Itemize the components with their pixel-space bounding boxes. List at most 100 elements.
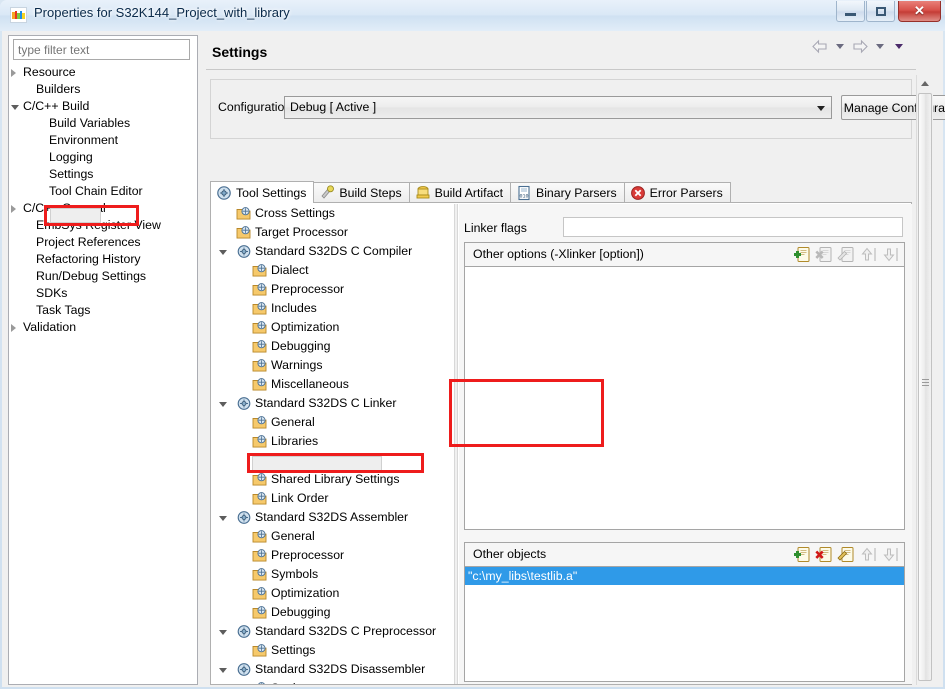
other-objects-edit-icon[interactable] <box>837 546 856 564</box>
tool-icon <box>236 510 252 525</box>
tool-tree-item-includes[interactable]: Includes <box>212 299 452 318</box>
other-objects-delete-icon[interactable] <box>815 546 834 564</box>
chevron-right-icon[interactable] <box>11 324 16 332</box>
other-options-add-icon[interactable] <box>793 246 812 264</box>
tool-tree-item-standard-s32ds-c-compiler[interactable]: Standard S32DS C Compiler <box>212 242 452 261</box>
sidebar-item-sdks[interactable]: SDKs <box>9 285 197 302</box>
chevron-down-icon[interactable] <box>219 402 227 407</box>
tab-label: Error Parsers <box>649 186 723 200</box>
forward-arrow-icon[interactable] <box>851 39 869 54</box>
tool-tree-item-debugging[interactable]: Debugging <box>212 603 452 622</box>
tool-tree-item-miscellaneous[interactable]: Miscellaneous <box>212 375 452 394</box>
tool-tree-item-debugging[interactable]: Debugging <box>212 337 452 356</box>
tool-tree-item-warnings[interactable]: Warnings <box>212 356 452 375</box>
tree-sash-divider[interactable] <box>454 204 458 684</box>
tool-tree-item-optimization[interactable]: Optimization <box>212 318 452 337</box>
tool-tree-item-standard-s32ds-assembler[interactable]: Standard S32DS Assembler <box>212 508 452 527</box>
chevron-down-icon[interactable] <box>219 668 227 673</box>
tool-tree-item-optimization[interactable]: Optimization <box>212 584 452 603</box>
sidebar-item-embsys-register-view[interactable]: EmbSys Register View <box>9 217 197 234</box>
sidebar-item-builders[interactable]: Builders <box>9 81 197 98</box>
tool-tree-item-dialect[interactable]: Dialect <box>212 261 452 280</box>
tab-binary-parsers[interactable]: 010 Binary Parsers <box>510 182 625 203</box>
tool-tree-item-libraries[interactable]: Libraries <box>212 432 452 451</box>
folder-settings-icon <box>252 548 268 563</box>
tool-options-tree[interactable]: Cross Settings Target Processor Standard S… <box>212 204 452 684</box>
tool-tree-item-symbols[interactable]: Symbols <box>212 565 452 584</box>
sidebar-item-resource[interactable]: Resource <box>9 64 197 81</box>
tab-build-artifact[interactable]: Build Artifact <box>408 182 511 203</box>
properties-dialog-window: Properties for S32K144_Project_with_libr… <box>0 0 945 689</box>
sidebar-item-refactoring-history[interactable]: Refactoring History <box>9 251 197 268</box>
other-objects-toolbar[interactable] <box>793 546 900 564</box>
tool-tree-item-general[interactable]: General <box>212 527 452 546</box>
sidebar-item-run-debug-settings[interactable]: Run/Debug Settings <box>9 268 197 285</box>
tool-tree-label: Link Order <box>271 491 329 505</box>
back-arrow-icon[interactable] <box>811 39 829 54</box>
tool-tree-item-cross-settings[interactable]: Cross Settings <box>212 204 452 223</box>
chevron-right-icon[interactable] <box>11 69 16 77</box>
sidebar-item-c-c-build[interactable]: C/C++ Build <box>9 98 197 115</box>
tool-icon <box>236 396 252 411</box>
tool-tree-item-link-order[interactable]: Link Order <box>212 489 452 508</box>
tab-error-parsers[interactable]: Error Parsers <box>623 182 731 203</box>
list-item[interactable]: "c:\my_libs\testlib.a" <box>465 567 904 585</box>
minimize-button[interactable] <box>836 1 865 22</box>
tool-tree-label: Optimization <box>271 320 340 334</box>
tab-label: Tool Settings <box>236 185 307 200</box>
other-options-toolbar[interactable] <box>793 246 900 264</box>
tool-tree-item-settings[interactable]: Settings <box>212 641 452 660</box>
maximize-button[interactable] <box>866 1 895 22</box>
tool-tree-item-settings[interactable]: Settings <box>212 679 452 684</box>
back-dropdown-icon[interactable] <box>836 44 844 49</box>
sidebar-item-build-variables[interactable]: Build Variables <box>9 115 197 132</box>
tool-tree-item-preprocessor[interactable]: Preprocessor <box>212 546 452 565</box>
settings-tab-strip[interactable]: Tool Settings Build Steps Build Artifact 01… <box>210 181 731 203</box>
tab-tool-settings[interactable]: Tool Settings <box>210 181 315 203</box>
tool-tree-item-target-processor[interactable]: Target Processor <box>212 223 452 242</box>
tool-tree-item-standard-s32ds-c-preprocessor[interactable]: Standard S32DS C Preprocessor <box>212 622 452 641</box>
close-button[interactable]: ✕ <box>898 1 941 22</box>
other-objects-list[interactable]: "c:\my_libs\testlib.a" <box>465 567 904 680</box>
other-objects-add-icon[interactable] <box>793 546 812 564</box>
view-menu-icon[interactable] <box>895 44 903 49</box>
settings-category-tree[interactable]: Resource Builders C/C++ Build Build Variabl… <box>9 64 197 684</box>
scroll-up-arrow-icon[interactable] <box>917 75 933 91</box>
folder-settings-icon <box>252 320 268 335</box>
tab-build-steps[interactable]: Build Steps <box>313 182 410 203</box>
tool-tree-item-general[interactable]: General <box>212 413 452 432</box>
other-objects-group: Other objects "c:\my_libs\testlib.a" <box>464 542 905 682</box>
other-options-delete-icon <box>815 246 834 264</box>
tool-tree-label: Preprocessor <box>271 282 345 296</box>
sidebar-item-label: Environment <box>49 133 119 147</box>
tab-label: Build Steps <box>339 186 402 200</box>
tool-icon <box>236 662 252 677</box>
sidebar-item-settings[interactable]: Settings <box>9 166 197 183</box>
chevron-down-icon[interactable] <box>11 105 19 110</box>
configuration-combo[interactable]: Debug [ Active ] <box>284 96 832 119</box>
filter-input[interactable] <box>13 39 190 60</box>
forward-dropdown-icon[interactable] <box>876 44 884 49</box>
settings-page-scrollbar[interactable] <box>916 75 933 685</box>
sidebar-item-logging[interactable]: Logging <box>9 149 197 166</box>
sidebar-item-validation[interactable]: Validation <box>9 319 197 336</box>
tool-tree-item-preprocessor[interactable]: Preprocessor <box>212 280 452 299</box>
tool-tree-item-standard-s32ds-disassembler[interactable]: Standard S32DS Disassembler <box>212 660 452 679</box>
sidebar-item-task-tags[interactable]: Task Tags <box>9 302 197 319</box>
chevron-down-icon[interactable] <box>219 516 227 521</box>
chevron-right-icon[interactable] <box>11 205 16 213</box>
sidebar-item-tool-chain-editor[interactable]: Tool Chain Editor <box>9 183 197 200</box>
folder-settings-icon <box>252 643 268 658</box>
sidebar-item-c-c-general[interactable]: C/C++ General <box>9 200 197 217</box>
tool-tree-item-shared-library-settings[interactable]: Shared Library Settings <box>212 470 452 489</box>
scrollbar-thumb[interactable] <box>918 93 932 681</box>
sidebar-item-environment[interactable]: Environment <box>9 132 197 149</box>
sidebar-item-project-references[interactable]: Project References <box>9 234 197 251</box>
other-options-list[interactable] <box>465 267 904 528</box>
sidebar-item-label: Run/Debug Settings <box>36 269 147 283</box>
folder-settings-icon <box>252 358 268 373</box>
chevron-down-icon[interactable] <box>219 630 227 635</box>
linker-flags-input[interactable] <box>563 217 903 237</box>
chevron-down-icon[interactable] <box>219 250 227 255</box>
tool-tree-item-standard-s32ds-c-linker[interactable]: Standard S32DS C Linker <box>212 394 452 413</box>
